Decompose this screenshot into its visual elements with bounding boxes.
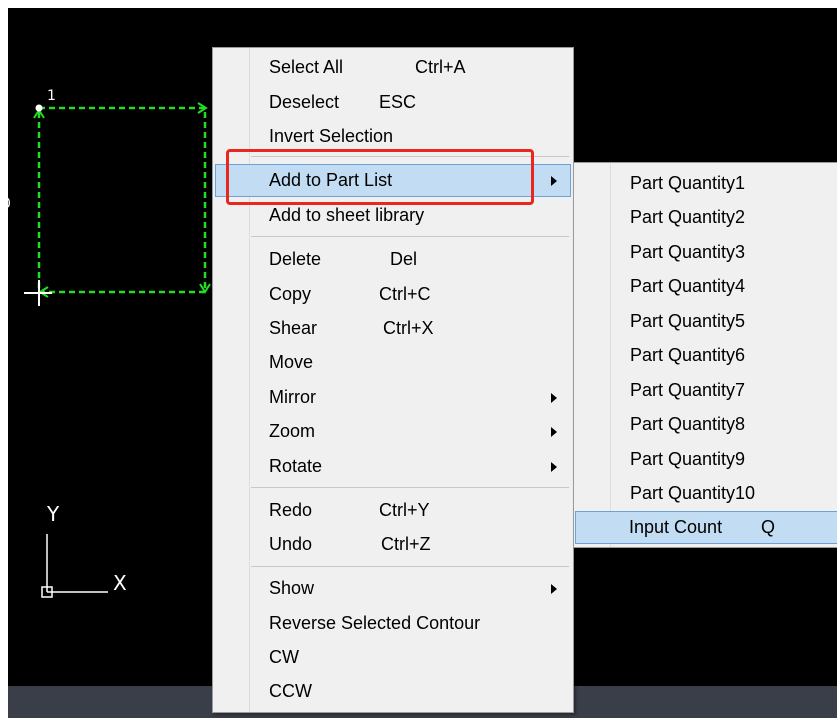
menu-item-label: Add to Part List: [269, 170, 393, 190]
menu-item-label: Undo: [269, 534, 313, 554]
menu-item-delete[interactable]: Delete Del: [215, 243, 571, 276]
menu-separator: [251, 156, 569, 157]
menu-item-label: CCW: [269, 681, 312, 701]
submenu-item-label: Part Quantity3: [630, 242, 746, 262]
partial-label: 0: [8, 196, 11, 212]
submenu-item-shortcut: Q: [761, 517, 776, 537]
menu-item-label: Select All: [269, 57, 344, 77]
menu-item-label: Move: [269, 352, 314, 372]
submenu-arrow-icon: [551, 176, 557, 186]
submenu-item-label: Part Quantity2: [630, 207, 746, 227]
submenu-item-label: Part Quantity1: [630, 173, 746, 193]
submenu-item-part-quantity-5[interactable]: Part Quantity5: [576, 305, 836, 338]
menu-item-rotate[interactable]: Rotate: [215, 450, 571, 483]
menu-item-move[interactable]: Move: [215, 346, 571, 379]
submenu-arrow-icon: [551, 462, 557, 472]
submenu-arrow-icon: [551, 393, 557, 403]
submenu-item-label: Part Quantity8: [630, 414, 746, 434]
submenu-item-label: Part Quantity9: [630, 449, 746, 469]
start-vertex[interactable]: [35, 104, 43, 112]
y-axis-label: Y: [47, 502, 60, 526]
menu-item-label: Invert Selection: [269, 126, 394, 146]
menu-item-copy[interactable]: Copy Ctrl+C: [215, 278, 571, 311]
submenu-arrow-icon: [551, 427, 557, 437]
menu-item-cw[interactable]: CW: [215, 641, 571, 674]
menu-item-redo[interactable]: Redo Ctrl+Y: [215, 494, 571, 527]
menu-item-zoom[interactable]: Zoom: [215, 415, 571, 448]
menu-item-reverse-selected-contour[interactable]: Reverse Selected Contour: [215, 607, 571, 640]
submenu-item-input-count[interactable]: Input Count Q: [575, 511, 837, 544]
menu-item-shortcut: Ctrl+Z: [381, 534, 431, 554]
submenu-item-label: Part Quantity6: [630, 345, 746, 365]
vertex-label: 1: [47, 88, 56, 104]
menu-item-shortcut: Del: [390, 249, 418, 269]
part-list-submenu: Part Quantity1 Part Quantity2 Part Quant…: [573, 162, 837, 548]
menu-item-add-to-sheet-library[interactable]: Add to sheet library: [215, 199, 571, 232]
menu-item-shear[interactable]: Shear Ctrl+X: [215, 312, 571, 345]
menu-item-select-all[interactable]: Select All Ctrl+A: [215, 51, 571, 84]
menu-item-label: Reverse Selected Contour: [269, 613, 481, 633]
selected-contour[interactable]: [37, 106, 207, 294]
submenu-item-part-quantity-6[interactable]: Part Quantity6: [576, 339, 836, 372]
context-menu: Select All Ctrl+A Deselect ESC Invert Se…: [212, 47, 574, 713]
menu-item-show[interactable]: Show: [215, 572, 571, 605]
submenu-item-part-quantity-8[interactable]: Part Quantity8: [576, 408, 836, 441]
menu-item-label: Add to sheet library: [269, 205, 425, 225]
menu-item-shortcut: Ctrl+Y: [379, 500, 430, 520]
menu-item-label: Redo: [269, 500, 313, 520]
menu-item-shortcut: Ctrl+X: [383, 318, 434, 338]
menu-item-label: Deselect: [269, 92, 340, 112]
menu-item-label: Rotate: [269, 456, 323, 476]
menu-item-shortcut: ESC: [379, 92, 417, 112]
submenu-item-part-quantity-4[interactable]: Part Quantity4: [576, 270, 836, 303]
menu-item-shortcut: Ctrl+A: [415, 57, 466, 77]
submenu-item-label: Part Quantity5: [630, 311, 746, 331]
menu-item-label: Zoom: [269, 421, 316, 441]
submenu-arrow-icon: [551, 584, 557, 594]
submenu-item-part-quantity-9[interactable]: Part Quantity9: [576, 443, 836, 476]
submenu-item-part-quantity-2[interactable]: Part Quantity2: [576, 201, 836, 234]
menu-item-undo[interactable]: Undo Ctrl+Z: [215, 528, 571, 561]
submenu-item-label: Part Quantity4: [630, 276, 746, 296]
menu-item-label: Mirror: [269, 387, 316, 407]
menu-item-shortcut: Ctrl+C: [379, 284, 431, 304]
submenu-item-part-quantity-10[interactable]: Part Quantity10: [576, 477, 836, 510]
submenu-item-label: Part Quantity7: [630, 380, 746, 400]
submenu-item-part-quantity-1[interactable]: Part Quantity1: [576, 167, 836, 200]
menu-item-deselect[interactable]: Deselect ESC: [215, 86, 571, 119]
submenu-item-label: Part Quantity10: [630, 483, 756, 503]
menu-item-label: Copy: [269, 284, 312, 304]
submenu-item-part-quantity-7[interactable]: Part Quantity7: [576, 374, 836, 407]
menu-item-label: Show: [269, 578, 315, 598]
submenu-item-part-quantity-3[interactable]: Part Quantity3: [576, 236, 836, 269]
menu-item-add-to-part-list[interactable]: Add to Part List: [215, 164, 571, 197]
menu-separator: [251, 566, 569, 567]
menu-item-ccw[interactable]: CCW: [215, 675, 571, 708]
menu-item-invert-selection[interactable]: Invert Selection: [215, 120, 571, 153]
menu-item-mirror[interactable]: Mirror: [215, 381, 571, 414]
menu-separator: [251, 487, 569, 488]
x-axis-label: X: [113, 571, 127, 595]
menu-item-label: Delete: [269, 249, 322, 269]
menu-item-label: Shear: [269, 318, 318, 338]
submenu-item-label: Input Count: [629, 517, 723, 537]
menu-separator: [251, 236, 569, 237]
menu-item-label: CW: [269, 647, 299, 667]
